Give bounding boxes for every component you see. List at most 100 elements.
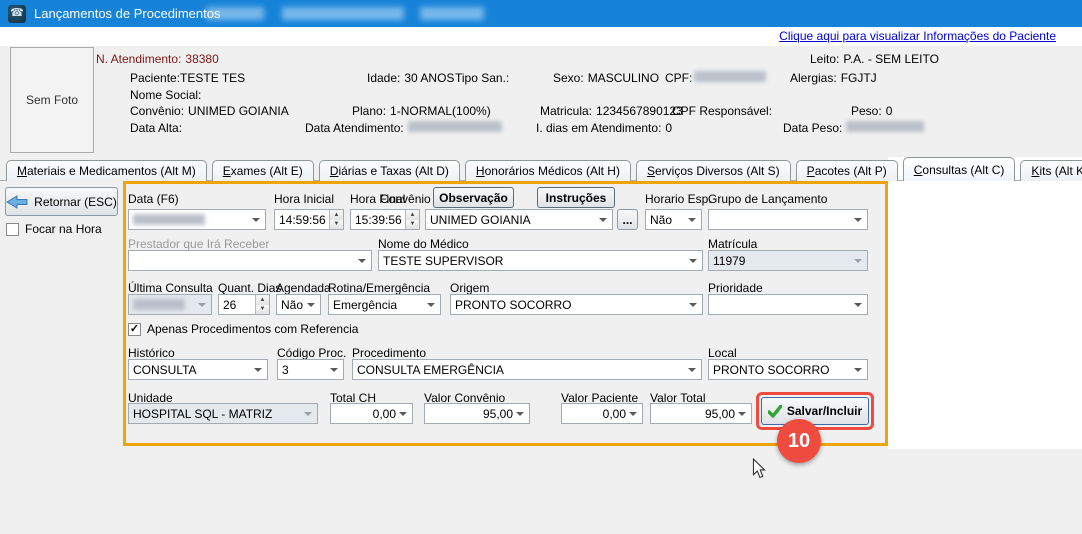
tab-servicos[interactable]: Serviços Diversos (Alt S) — [636, 160, 791, 181]
agendada-value: Não — [281, 298, 303, 312]
horario-esp-label: Horario Esp. — [645, 192, 712, 206]
prestador-label: Prestador que Irá Receber — [128, 237, 269, 251]
spinner-arrows[interactable]: ▲▼ — [405, 210, 419, 229]
ellipsis-label: ... — [622, 213, 632, 227]
matricula-combo: 11979 — [708, 250, 868, 271]
patient-header: Sem Foto N. Atendimento:38380 Leito:P.A.… — [0, 46, 1082, 156]
apenas-referencia-row: ✓ Apenas Procedimentos com Referencia — [128, 322, 358, 336]
redacted-ultima-consulta — [133, 299, 185, 310]
back-arrow-icon — [6, 195, 28, 209]
convenio-combo[interactable]: UNIMED GOIANIA — [425, 209, 613, 230]
valor-paciente-combo[interactable]: 0,00 — [561, 403, 643, 424]
dias-em-atendimento: I. dias em Atendimento:0 — [536, 121, 672, 135]
total-ch-value: 0,00 — [335, 407, 396, 421]
codigo-proc-label: Código Proc. — [277, 346, 346, 360]
origem-combo[interactable]: PRONTO SOCORRO — [450, 294, 703, 315]
procedimento-value: CONSULTA EMERGÊNCIA — [357, 363, 504, 377]
total-ch-combo[interactable]: 0,00 — [330, 403, 413, 424]
apenas-referencia-label: Apenas Procedimentos com Referencia — [147, 322, 358, 336]
hora-final-spinner[interactable]: 15:39:56 ▲▼ — [350, 209, 420, 230]
redacted-data-peso — [846, 121, 924, 132]
spinner-arrows[interactable]: ▲▼ — [255, 295, 269, 314]
spinner-up-icon[interactable]: ▲ — [330, 210, 343, 220]
horario-esp-combo[interactable]: Não — [645, 209, 702, 230]
peso: Peso:0 — [851, 104, 892, 118]
instrucoes-button[interactable]: Instruções — [537, 187, 615, 208]
tab-materiais[interactable]: Materiais e Medicamentos (Alt M) — [6, 160, 207, 181]
tab-consultas[interactable]: Consultas (Alt C) — [903, 157, 1016, 181]
prioridade-combo[interactable] — [708, 294, 868, 315]
retornar-button[interactable]: Retornar (ESC) — [5, 187, 118, 216]
convenio-ellipsis-button[interactable]: ... — [617, 209, 638, 230]
historico-value: CONSULTA — [133, 363, 197, 377]
spinner-up-icon[interactable]: ▲ — [256, 295, 269, 305]
procedimento-label: Procedimento — [352, 346, 426, 360]
data-alta-label: Data Alta: — [130, 121, 182, 135]
observacao-label: Observação — [439, 191, 508, 205]
tab-honorarios[interactable]: Honorários Médicos (Alt H) — [465, 160, 631, 181]
focar-checkbox[interactable] — [6, 223, 19, 236]
nome-medico-combo[interactable]: TESTE SUPERVISOR — [378, 250, 703, 271]
chevron-down-icon — [304, 412, 312, 416]
patient-info-link[interactable]: Clique aqui para visualizar Informações … — [779, 29, 1056, 43]
salvar-label: Salvar/Incluir — [787, 404, 862, 418]
grupo-lancamento-combo[interactable] — [708, 209, 868, 230]
spinner-up-icon[interactable]: ▲ — [406, 210, 419, 220]
tab-exames[interactable]: Exames (Alt E) — [212, 160, 314, 181]
tab-pacotes[interactable]: Pacotes (Alt P) — [796, 160, 898, 181]
chevron-down-icon — [689, 259, 697, 263]
hora-inicial-spinner[interactable]: 14:59:56 ▲▼ — [274, 209, 344, 230]
step-badge: 10 — [777, 419, 821, 463]
observacao-button[interactable]: Observação — [433, 187, 514, 208]
local-combo[interactable]: PRONTO SOCORRO — [708, 359, 868, 380]
chevron-down-icon — [854, 368, 862, 372]
codigo-proc-value: 3 — [282, 363, 289, 377]
chevron-down-icon — [688, 218, 696, 222]
origem-label: Origem — [450, 281, 489, 295]
codigo-proc-combo[interactable]: 3 — [277, 359, 344, 380]
focar-na-hora-row: Focar na Hora — [6, 222, 102, 236]
valor-total-combo[interactable]: 95,00 — [650, 403, 752, 424]
cpf-label: CPF: — [665, 71, 692, 85]
hora-inicial-label: Hora Inicial — [274, 192, 334, 206]
local-label: Local — [708, 346, 737, 360]
spinner-down-icon[interactable]: ▼ — [406, 220, 419, 230]
prestador-combo[interactable] — [128, 250, 372, 271]
tab-diarias[interactable]: Diárias e Taxas (Alt D) — [319, 160, 460, 181]
redacted-title-text — [282, 7, 404, 20]
prioridade-label: Prioridade — [708, 281, 763, 295]
quant-dias-spinner[interactable]: 26 ▲▼ — [218, 294, 270, 315]
historico-combo[interactable]: CONSULTA — [128, 359, 268, 380]
spinner-down-icon[interactable]: ▼ — [330, 220, 343, 230]
agendada-combo[interactable]: Não — [276, 294, 321, 315]
tab-kits[interactable]: Kits (Alt K) — [1020, 160, 1082, 181]
procedimento-combo[interactable]: CONSULTA EMERGÊNCIA — [352, 359, 702, 380]
patient-photo-placeholder: Sem Foto — [10, 47, 94, 153]
unidade-value: HOSPITAL SQL - MATRIZ — [133, 407, 272, 421]
chevron-down-icon — [399, 412, 407, 416]
valor-convenio-value: 95,00 — [429, 407, 513, 421]
redacted-data-value — [133, 214, 205, 225]
chevron-down-icon — [358, 259, 366, 263]
rotina-emergencia-combo[interactable]: Emergência — [328, 294, 441, 315]
chevron-down-icon — [629, 412, 637, 416]
salvar-incluir-button[interactable]: Salvar/Incluir — [761, 397, 869, 425]
apenas-referencia-checkbox[interactable]: ✓ — [128, 323, 141, 336]
rotina-emergencia-value: Emergência — [333, 298, 397, 312]
matricula-label: Matrícula — [708, 237, 757, 251]
data-atendimento-label: Data Atendimento: — [305, 121, 404, 135]
tab-page-background — [888, 157, 1082, 449]
data-combo[interactable] — [128, 209, 266, 230]
matricula-header: Matricula:1234567890123 — [540, 104, 683, 118]
agendada-label: Agendada — [276, 281, 331, 295]
ultima-consulta-combo — [128, 294, 212, 315]
chevron-down-icon — [738, 412, 746, 416]
valor-convenio-combo[interactable]: 95,00 — [424, 403, 530, 424]
local-value: PRONTO SOCORRO — [713, 363, 829, 377]
plano: Plano:1-NORMAL(100%) — [352, 104, 491, 118]
alergias: Alergias:FGJTJ — [790, 71, 877, 85]
valor-total-value: 95,00 — [655, 407, 735, 421]
sexo: Sexo:MASCULINO — [553, 71, 659, 85]
spinner-arrows[interactable]: ▲▼ — [329, 210, 343, 229]
spinner-down-icon[interactable]: ▼ — [256, 305, 269, 315]
